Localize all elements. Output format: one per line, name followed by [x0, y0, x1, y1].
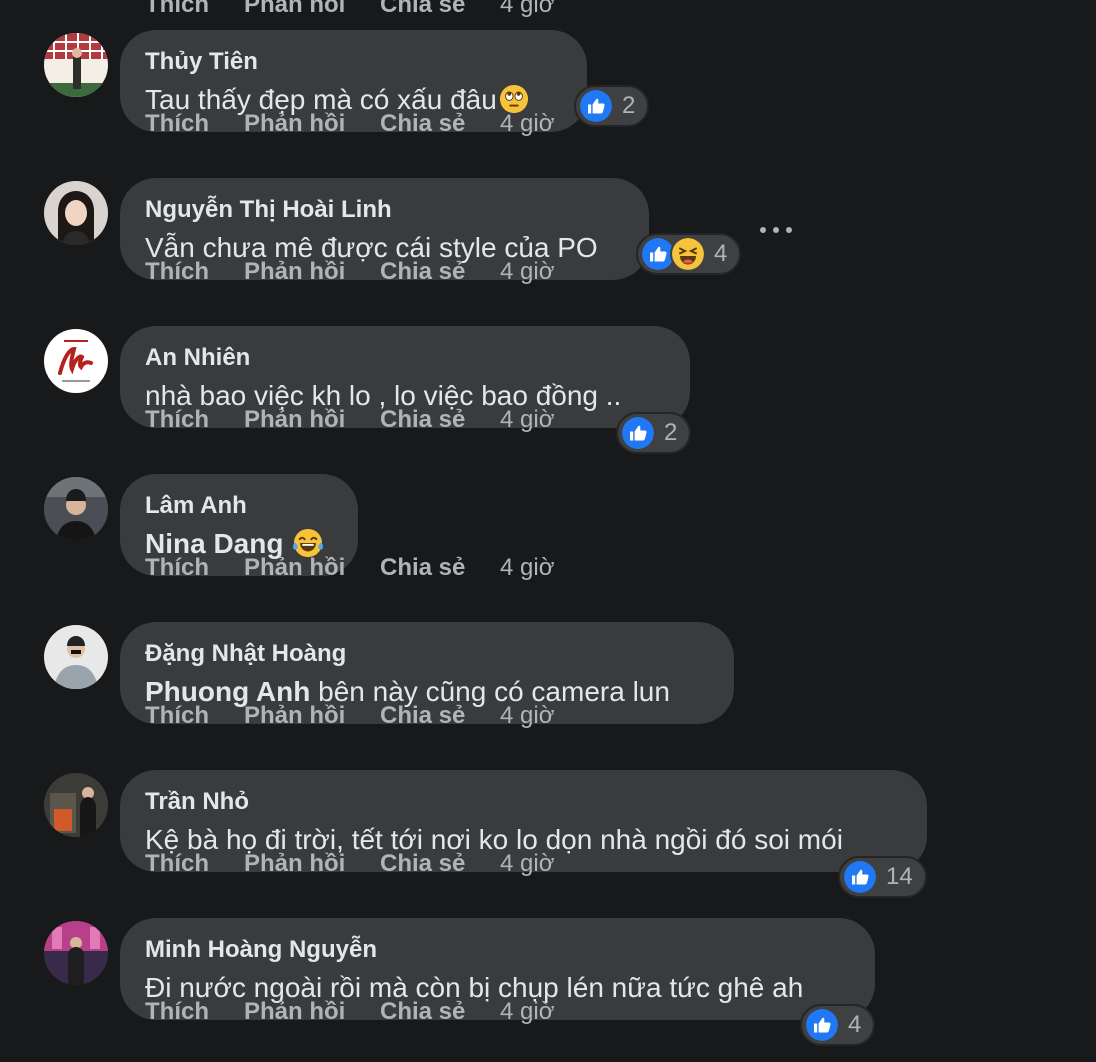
like-link[interactable]: Thích [145, 551, 209, 585]
reply-link[interactable]: Phản hồi [244, 255, 345, 289]
timestamp[interactable]: 4 giờ [500, 847, 554, 881]
timestamp[interactable]: 4 giờ [500, 403, 554, 437]
comment-item: Nguyễn Thị Hoài Linh Vẫn chưa mê được cá… [0, 148, 1096, 296]
timestamp[interactable]: 4 giờ [500, 699, 554, 733]
more-options-icon[interactable] [760, 214, 792, 246]
haha-icon [670, 236, 706, 272]
comment-author[interactable]: Lâm Anh [145, 490, 333, 522]
like-link[interactable]: Thích [145, 847, 209, 881]
avatar[interactable] [44, 477, 108, 541]
comment-author[interactable]: Thủy Tiên [145, 46, 562, 78]
share-link[interactable]: Chia sẻ [380, 107, 465, 141]
share-link[interactable]: Chia sẻ [380, 403, 465, 437]
reaction-count: 2 [622, 92, 636, 119]
comment-item: Thủy Tiên Tau thấy đẹp mà có xấu đâu 2 T… [0, 0, 1096, 148]
comment-item: Trần Nhỏ Kệ bà họ đi trời, tết tới nơi k… [0, 740, 1096, 898]
reply-link[interactable]: Phản hồi [244, 551, 345, 585]
timestamp[interactable]: 4 giờ [500, 107, 554, 141]
reaction-count: 14 [886, 863, 913, 890]
avatar[interactable] [44, 625, 108, 689]
reaction-count: 4 [848, 1011, 862, 1038]
comment-author[interactable]: An Nhiên [145, 342, 665, 374]
share-link[interactable]: Chia sẻ [380, 699, 465, 733]
comment-item: Lâm Anh Nina Dang Thích Phản hồi Chia sẻ… [0, 444, 1096, 592]
avatar[interactable] [44, 329, 108, 393]
reaction-summary[interactable]: 4 [636, 233, 742, 275]
share-link[interactable]: Chia sẻ [380, 551, 465, 585]
reaction-summary[interactable]: 2 [574, 85, 650, 127]
avatar[interactable] [44, 773, 108, 837]
comment-author[interactable]: Đặng Nhật Hoàng [145, 638, 709, 670]
comment-item: Minh Hoàng Nguyễn Đi nước ngoài rồi mà c… [0, 888, 1096, 1046]
reaction-summary[interactable]: 4 [800, 1004, 876, 1046]
comment-item: An Nhiên nhà bao việc kh lo , lo việc ba… [0, 296, 1096, 454]
share-link[interactable]: Chia sẻ [380, 995, 465, 1029]
timestamp[interactable]: 4 giờ [500, 255, 554, 289]
reaction-count: 4 [714, 240, 728, 267]
like-link[interactable]: Thích [145, 403, 209, 437]
share-link[interactable]: Chia sẻ [380, 847, 465, 881]
timestamp[interactable]: 4 giờ [500, 551, 554, 585]
like-icon [804, 1007, 840, 1043]
reply-link[interactable]: Phản hồi [244, 403, 345, 437]
like-icon [578, 88, 614, 124]
reply-link[interactable]: Phản hồi [244, 995, 345, 1029]
like-link[interactable]: Thích [145, 699, 209, 733]
avatar[interactable] [44, 921, 108, 985]
like-link[interactable]: Thích [145, 107, 209, 141]
reply-link[interactable]: Phản hồi [244, 847, 345, 881]
timestamp[interactable]: 4 giờ [500, 995, 554, 1029]
comment-bubble: Minh Hoàng Nguyễn Đi nước ngoài rồi mà c… [120, 918, 875, 1020]
share-link[interactable]: Chia sẻ [380, 255, 465, 289]
comment-author[interactable]: Nguyễn Thị Hoài Linh [145, 194, 624, 226]
comment-author[interactable]: Minh Hoàng Nguyễn [145, 934, 850, 966]
avatar[interactable] [44, 181, 108, 245]
reply-link[interactable]: Phản hồi [244, 107, 345, 141]
reply-link[interactable]: Phản hồi [244, 699, 345, 733]
like-link[interactable]: Thích [145, 255, 209, 289]
comment-text: bên này cũng có camera lun [310, 676, 670, 707]
like-link[interactable]: Thích [145, 995, 209, 1029]
reaction-count: 2 [664, 419, 678, 446]
comment-author[interactable]: Trần Nhỏ [145, 786, 902, 818]
comment-item: Đặng Nhật Hoàng Phuong Anh bên này cũng … [0, 592, 1096, 740]
avatar[interactable] [44, 33, 108, 97]
